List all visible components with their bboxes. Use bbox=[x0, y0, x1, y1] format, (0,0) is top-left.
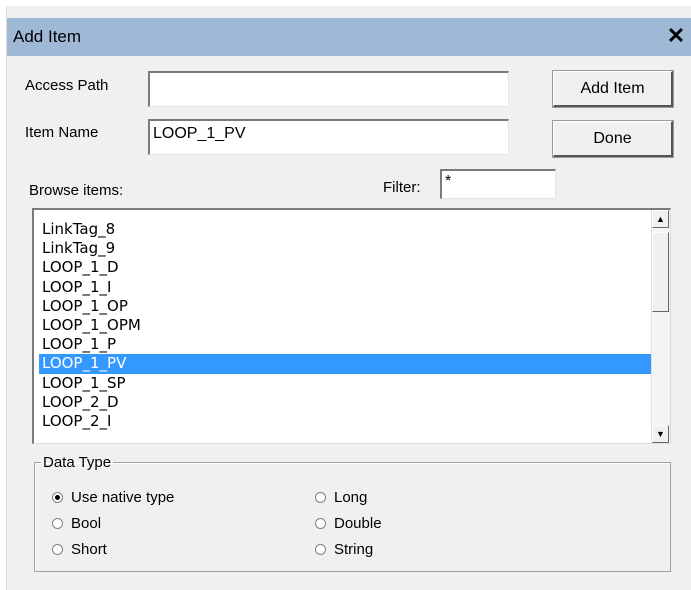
radio-circle-icon[interactable] bbox=[52, 544, 63, 555]
radio-label: Double bbox=[334, 515, 382, 532]
list-item[interactable]: LOOP_1_P bbox=[39, 335, 653, 354]
browse-items-list[interactable]: LinkTag_8 LinkTag_9 LOOP_1_D LOOP_1_I LOOP_1… bbox=[32, 208, 671, 444]
access-path-label: Access Path bbox=[25, 77, 109, 94]
vertical-scrollbar[interactable]: ▲ ▼ bbox=[651, 210, 670, 443]
list-item[interactable]: LOOP_1_OPM bbox=[39, 316, 653, 335]
filter-input[interactable]: * bbox=[440, 169, 556, 199]
item-name-label: Item Name bbox=[25, 124, 99, 141]
radio-use-native-type[interactable]: Use native type bbox=[52, 489, 174, 506]
list-item[interactable]: LOOP_2_I bbox=[39, 412, 653, 431]
access-path-input[interactable] bbox=[148, 71, 509, 107]
radio-short[interactable]: Short bbox=[52, 541, 107, 558]
filter-label: Filter: bbox=[383, 179, 421, 196]
scroll-up-icon[interactable]: ▲ bbox=[652, 210, 669, 228]
radio-circle-icon[interactable] bbox=[315, 492, 326, 503]
browse-items-label: Browse items: bbox=[29, 182, 124, 199]
add-item-dialog: Add Item ✕ Access Path Item Name LOOP_1_… bbox=[6, 6, 691, 590]
radio-long[interactable]: Long bbox=[315, 489, 367, 506]
radio-circle-icon[interactable] bbox=[315, 518, 326, 529]
scroll-down-icon[interactable]: ▼ bbox=[652, 425, 669, 443]
list-item[interactable]: LOOP_1_SP bbox=[39, 374, 653, 393]
radio-label: Short bbox=[71, 541, 107, 558]
list-item[interactable]: LinkTag_9 bbox=[39, 239, 653, 258]
window-title: Add Item bbox=[13, 27, 82, 46]
scroll-thumb[interactable] bbox=[652, 232, 669, 312]
close-icon[interactable]: ✕ bbox=[664, 24, 688, 48]
add-item-button[interactable]: Add Item bbox=[552, 70, 674, 108]
list-item[interactable]: LOOP_1_D bbox=[39, 258, 653, 277]
list-items: LinkTag_8 LinkTag_9 LOOP_1_D LOOP_1_I LOOP_1… bbox=[39, 220, 653, 431]
list-item[interactable]: LinkTag_8 bbox=[39, 220, 653, 239]
done-button[interactable]: Done bbox=[552, 120, 674, 158]
list-item[interactable]: LOOP_1_OP bbox=[39, 297, 653, 316]
radio-label: Use native type bbox=[71, 489, 175, 506]
list-item[interactable]: LOOP_2_D bbox=[39, 393, 653, 412]
title-bar[interactable]: Add Item ✕ bbox=[7, 18, 691, 56]
radio-string[interactable]: String bbox=[315, 541, 373, 558]
list-item[interactable]: LOOP_1_I bbox=[39, 278, 653, 297]
radio-label: Long bbox=[334, 489, 368, 506]
radio-double[interactable]: Double bbox=[315, 515, 382, 532]
radio-label: Bool bbox=[71, 515, 102, 532]
radio-circle-icon[interactable] bbox=[52, 518, 63, 529]
radio-circle-icon[interactable] bbox=[315, 544, 326, 555]
radio-circle-icon[interactable] bbox=[52, 492, 63, 503]
radio-bool[interactable]: Bool bbox=[52, 515, 101, 532]
item-name-input[interactable]: LOOP_1_PV bbox=[148, 119, 509, 155]
list-item[interactable]: LOOP_1_PV bbox=[39, 354, 653, 374]
data-type-legend: Data Type bbox=[43, 454, 112, 471]
radio-label: String bbox=[334, 541, 374, 558]
